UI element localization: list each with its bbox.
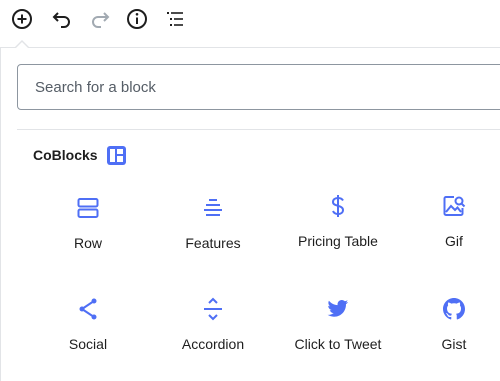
redo-icon <box>92 12 110 28</box>
plus-circle-icon <box>12 9 32 29</box>
list-outline-icon <box>167 12 183 26</box>
search-input[interactable] <box>17 64 500 110</box>
category-title: CoBlocks <box>33 147 98 163</box>
redo-button[interactable] <box>87 7 113 31</box>
block-search <box>17 64 500 110</box>
row-icon <box>28 195 148 221</box>
accordion-icon <box>153 296 273 322</box>
block-accordion[interactable]: Accordion <box>153 296 273 376</box>
category-header[interactable]: CoBlocks <box>33 143 126 167</box>
info-button[interactable] <box>124 7 150 31</box>
undo-button[interactable] <box>49 7 75 31</box>
block-label: Gif <box>445 233 463 249</box>
block-gist[interactable]: Gist <box>394 296 500 376</box>
github-icon <box>394 296 500 322</box>
block-gif[interactable]: Gif <box>394 193 500 273</box>
block-label: Accordion <box>181 336 245 352</box>
block-features[interactable]: Features <box>153 195 273 275</box>
block-pricing-table[interactable]: Pricing Table <box>278 193 398 273</box>
block-row[interactable]: Row <box>28 195 148 275</box>
share-icon <box>28 296 148 322</box>
features-icon <box>153 195 273 221</box>
block-label: Social <box>68 336 108 352</box>
block-label: Row <box>73 235 102 251</box>
divider <box>17 129 500 130</box>
popover-arrow-fill <box>16 41 28 48</box>
block-social[interactable]: Social <box>28 296 148 376</box>
editor-toolbar <box>0 0 500 38</box>
twitter-icon <box>278 296 398 322</box>
info-icon <box>127 9 147 29</box>
gif-icon <box>394 193 500 219</box>
coblocks-logo-icon <box>106 145 126 165</box>
add-block-button[interactable] <box>9 7 35 31</box>
outline-button[interactable] <box>162 7 188 31</box>
block-label: Gist <box>441 336 467 352</box>
block-label: Features <box>185 235 241 251</box>
block-click-to-tweet[interactable]: Click to Tweet <box>278 296 398 376</box>
dollar-icon <box>278 193 398 219</box>
undo-icon <box>52 12 70 28</box>
